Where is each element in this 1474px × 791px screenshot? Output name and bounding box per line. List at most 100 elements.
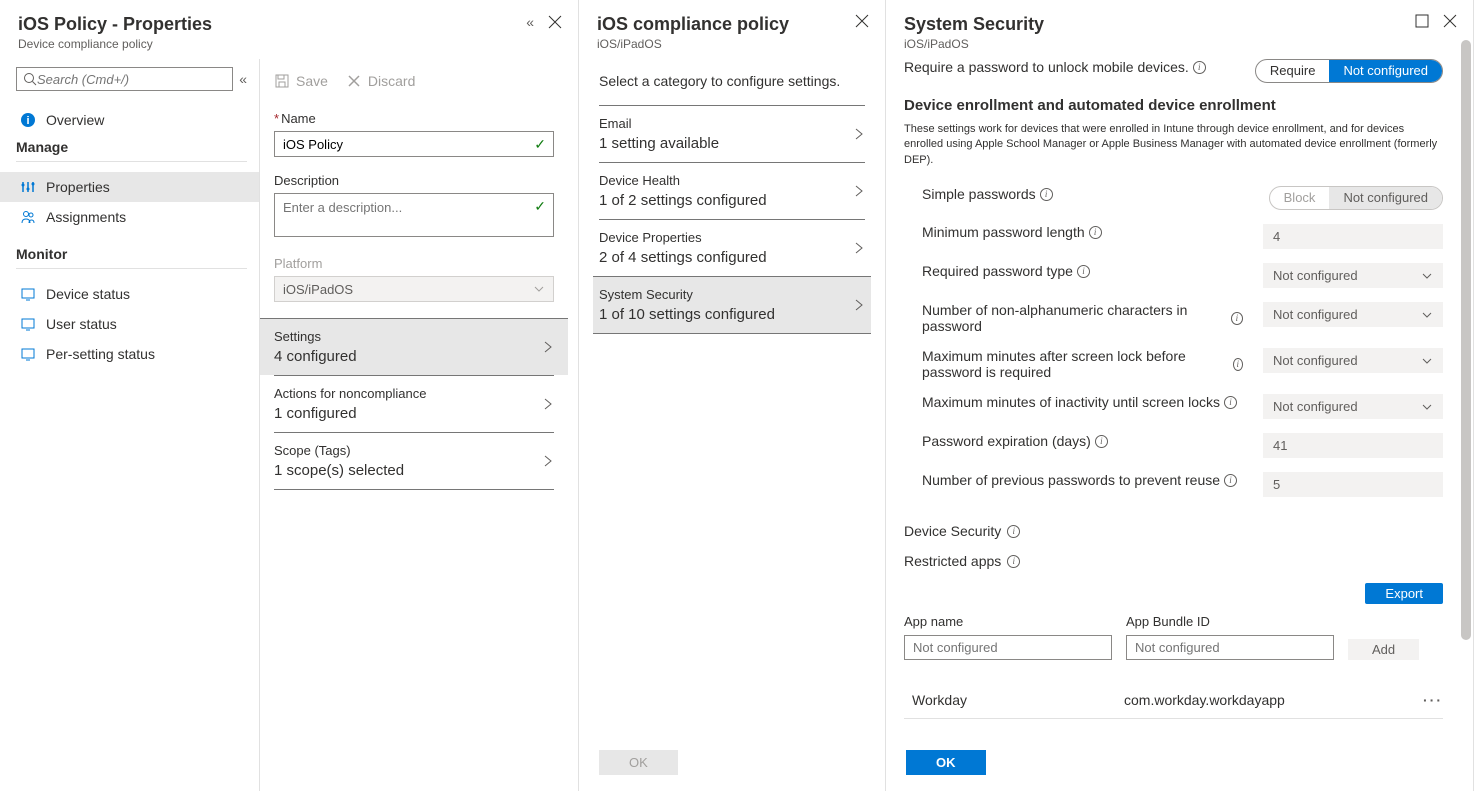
category-system-security[interactable]: System Security 1 of 10 settings configu… <box>593 276 871 334</box>
max-after-lock-label: Maximum minutes after screen lock before… <box>904 348 1243 380</box>
platform-select: iOS/iPadOS <box>274 276 554 302</box>
sliders-icon <box>20 179 36 195</box>
chevron-right-icon <box>542 340 554 354</box>
scope-row-value: 1 scope(s) selected <box>274 462 404 479</box>
info-icon[interactable]: i <box>1193 61 1206 74</box>
toggle-require[interactable]: Require <box>1256 60 1330 82</box>
svg-text:i: i <box>26 115 29 127</box>
discard-button[interactable]: Discard <box>346 73 415 89</box>
restricted-apps-header: Restricted appsi <box>904 553 1443 569</box>
simple-passwords-label: Simple passwordsi <box>904 186 1249 202</box>
nav-per-setting-status-label: Per-setting status <box>46 346 155 362</box>
blade-1-subtitle: Device compliance policy <box>18 37 212 51</box>
ok-button[interactable]: OK <box>599 750 678 775</box>
settings-row-value: 4 configured <box>274 348 357 365</box>
people-icon <box>20 209 36 225</box>
nav-overview[interactable]: i Overview <box>16 105 247 135</box>
sidebar-collapse-icon[interactable]: « <box>239 71 247 87</box>
export-button[interactable]: Export <box>1365 583 1443 604</box>
search-box[interactable] <box>16 67 233 91</box>
blade-3-header: System Security iOS/iPadOS <box>886 0 1473 59</box>
previous-passwords-label: Number of previous passwords to prevent … <box>904 472 1243 488</box>
max-after-lock-select[interactable]: Not configured <box>1263 348 1443 373</box>
info-icon[interactable]: i <box>1089 226 1102 239</box>
nav-assignments[interactable]: Assignments <box>16 202 247 232</box>
ok-button[interactable]: OK <box>906 750 986 775</box>
max-inactivity-label: Maximum minutes of inactivity until scre… <box>904 394 1243 410</box>
scope-row[interactable]: Scope (Tags) 1 scope(s) selected <box>274 432 554 490</box>
info-icon[interactable]: i <box>1224 396 1237 409</box>
info-icon[interactable]: i <box>1233 358 1244 371</box>
previous-passwords-value[interactable]: 5 <box>1263 472 1443 497</box>
app-row-bundle: com.workday.workdayapp <box>1124 692 1423 708</box>
app-name-input[interactable] <box>904 635 1112 660</box>
category-device-properties[interactable]: Device Properties 2 of 4 settings config… <box>599 219 865 276</box>
blade-3-subtitle: iOS/iPadOS <box>904 37 1044 51</box>
require-password-toggle[interactable]: Require Not configured <box>1255 59 1443 83</box>
discard-label: Discard <box>368 73 415 89</box>
toggle-not-configured[interactable]: Not configured <box>1329 60 1442 82</box>
search-input[interactable] <box>37 72 226 87</box>
save-icon <box>274 73 290 89</box>
blade-properties: iOS Policy - Properties Device complianc… <box>0 0 579 791</box>
non-alpha-chars-select[interactable]: Not configured <box>1263 302 1443 327</box>
blade-system-security: System Security iOS/iPadOS Require a pas… <box>886 0 1474 791</box>
nav-user-status[interactable]: User status <box>16 309 247 339</box>
monitor-icon <box>20 346 36 362</box>
name-input[interactable] <box>274 131 554 157</box>
info-icon: i <box>20 112 36 128</box>
info-icon[interactable]: i <box>1040 188 1053 201</box>
required-password-type-select[interactable]: Not configured <box>1263 263 1443 288</box>
min-password-length-label: Minimum password lengthi <box>904 224 1243 240</box>
collapse-double-chevron-icon[interactable]: « <box>526 14 534 30</box>
simple-passwords-toggle[interactable]: Block Not configured <box>1269 186 1443 210</box>
chevron-down-icon <box>1421 309 1433 321</box>
actions-row-title: Actions for noncompliance <box>274 386 426 401</box>
save-button[interactable]: Save <box>274 73 328 89</box>
maximize-icon[interactable] <box>1415 14 1429 28</box>
toggle-block[interactable]: Block <box>1270 187 1330 209</box>
nav-section-manage: Manage <box>16 139 247 155</box>
sidebar: « i Overview Manage Properties Assignmen… <box>0 59 260 791</box>
check-icon: ✓ <box>534 198 546 215</box>
search-icon <box>23 72 37 86</box>
close-icon[interactable] <box>1443 14 1457 28</box>
non-alpha-chars-label: Number of non-alphanumeric characters in… <box>904 302 1243 334</box>
info-icon[interactable]: i <box>1224 474 1237 487</box>
info-icon[interactable]: i <box>1231 312 1243 325</box>
description-input[interactable] <box>274 193 554 237</box>
app-bundle-input[interactable] <box>1126 635 1334 660</box>
actions-row[interactable]: Actions for noncompliance 1 configured <box>274 375 554 432</box>
nav-properties-label: Properties <box>46 179 110 195</box>
scope-row-title: Scope (Tags) <box>274 443 404 458</box>
settings-row[interactable]: Settings 4 configured <box>260 318 568 375</box>
info-icon[interactable]: i <box>1077 265 1090 278</box>
toggle-not-configured[interactable]: Not configured <box>1329 187 1442 209</box>
scrollbar[interactable] <box>1461 40 1471 780</box>
category-email[interactable]: Email 1 setting available <box>599 105 865 162</box>
info-icon[interactable]: i <box>1007 525 1020 538</box>
more-icon[interactable]: ··· <box>1423 692 1443 708</box>
app-row-name: Workday <box>904 692 1124 708</box>
nav-properties[interactable]: Properties <box>0 172 259 202</box>
nav-per-setting-status[interactable]: Per-setting status <box>16 339 247 369</box>
category-device-health[interactable]: Device Health 1 of 2 settings configured <box>599 162 865 219</box>
blade-3-title: System Security <box>904 14 1044 35</box>
description-label: Description <box>274 173 554 188</box>
chevron-down-icon <box>1421 270 1433 282</box>
platform-label: Platform <box>274 256 554 271</box>
add-button[interactable]: Add <box>1348 639 1419 660</box>
info-icon[interactable]: i <box>1095 435 1108 448</box>
chevron-down-icon <box>533 283 545 295</box>
max-inactivity-select[interactable]: Not configured <box>1263 394 1443 419</box>
close-icon[interactable] <box>855 14 869 28</box>
info-icon[interactable]: i <box>1007 555 1020 568</box>
min-password-length-value[interactable]: 4 <box>1263 224 1443 249</box>
chevron-right-icon <box>853 184 865 198</box>
nav-device-status[interactable]: Device status <box>16 279 247 309</box>
password-expiration-label: Password expiration (days)i <box>904 433 1243 449</box>
chevron-right-icon <box>853 127 865 141</box>
app-row: Workday com.workday.workdayapp ··· <box>904 682 1443 719</box>
password-expiration-value[interactable]: 41 <box>1263 433 1443 458</box>
close-icon[interactable] <box>548 15 562 29</box>
